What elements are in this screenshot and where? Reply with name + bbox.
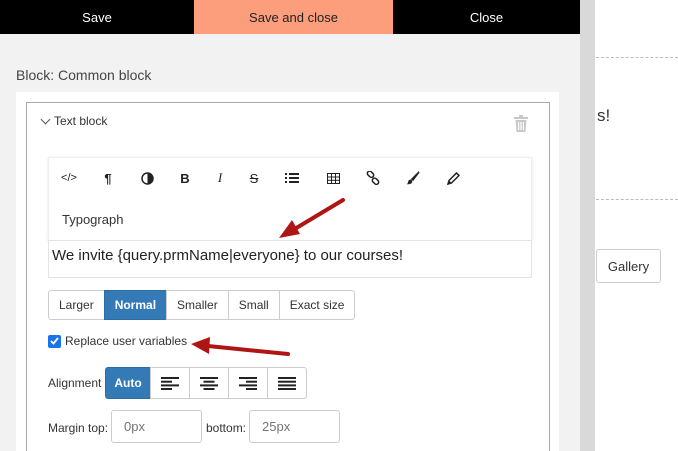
- table-icon[interactable]: [322, 168, 344, 188]
- background-divider: [596, 57, 678, 58]
- italic-icon[interactable]: I: [209, 168, 231, 188]
- background-text: s!: [597, 106, 611, 125]
- replace-variables-label[interactable]: Replace user variables: [65, 334, 187, 348]
- size-smaller-button[interactable]: Smaller: [166, 290, 229, 320]
- scrollbar[interactable]: [580, 0, 595, 451]
- font-size-group: Larger Normal Smaller Small Exact size: [48, 290, 356, 320]
- margin-bottom-input[interactable]: [249, 410, 340, 443]
- alignment-label: Alignment: [48, 376, 102, 390]
- text-block-title: Text block: [54, 114, 108, 128]
- pencil-icon[interactable]: [442, 168, 464, 188]
- typograph-button[interactable]: Typograph: [62, 212, 123, 227]
- chevron-down-icon: [40, 114, 51, 124]
- bold-icon[interactable]: B: [174, 168, 196, 188]
- strikethrough-icon[interactable]: S: [243, 168, 265, 188]
- trash-icon[interactable]: [514, 115, 528, 132]
- size-larger-button[interactable]: Larger: [48, 290, 105, 320]
- align-right-icon: [239, 376, 257, 390]
- text-block-header[interactable]: Text block: [40, 114, 108, 128]
- align-auto-button[interactable]: Auto: [105, 367, 151, 399]
- close-button[interactable]: Close: [393, 0, 580, 34]
- align-justify-button[interactable]: [267, 367, 307, 399]
- brush-icon[interactable]: [402, 168, 424, 188]
- align-left-button[interactable]: [150, 367, 190, 399]
- paragraph-icon[interactable]: ¶: [97, 168, 119, 188]
- size-normal-button[interactable]: Normal: [103, 290, 168, 320]
- link-icon[interactable]: [362, 168, 384, 188]
- top-action-bar: Save Save and close Close: [0, 0, 580, 34]
- background-divider: [596, 199, 678, 200]
- margin-top-label: Margin top:: [48, 421, 109, 435]
- align-center-icon: [200, 376, 218, 390]
- contrast-icon[interactable]: [136, 168, 158, 188]
- align-left-icon: [161, 376, 179, 390]
- align-center-button[interactable]: [189, 367, 229, 399]
- code-icon[interactable]: </>: [58, 168, 80, 188]
- margin-top-input[interactable]: [111, 410, 202, 443]
- replace-variables-checkbox[interactable]: [48, 334, 61, 348]
- replace-variables-row: Replace user variables: [48, 334, 187, 348]
- size-small-button[interactable]: Small: [227, 290, 280, 320]
- align-justify-icon: [278, 376, 296, 390]
- alignment-group: Auto: [105, 367, 307, 399]
- save-and-close-button[interactable]: Save and close: [194, 0, 393, 34]
- align-right-button[interactable]: [228, 367, 268, 399]
- gallery-button[interactable]: Gallery: [596, 249, 661, 283]
- list-icon[interactable]: [281, 168, 303, 188]
- save-button[interactable]: Save: [0, 0, 194, 34]
- margin-bottom-label: bottom:: [206, 421, 247, 435]
- text-editor-area[interactable]: We invite {query.prmName|everyone} to ou…: [48, 240, 532, 278]
- block-title: Block: Common block: [16, 67, 152, 83]
- size-exact-button[interactable]: Exact size: [278, 290, 356, 320]
